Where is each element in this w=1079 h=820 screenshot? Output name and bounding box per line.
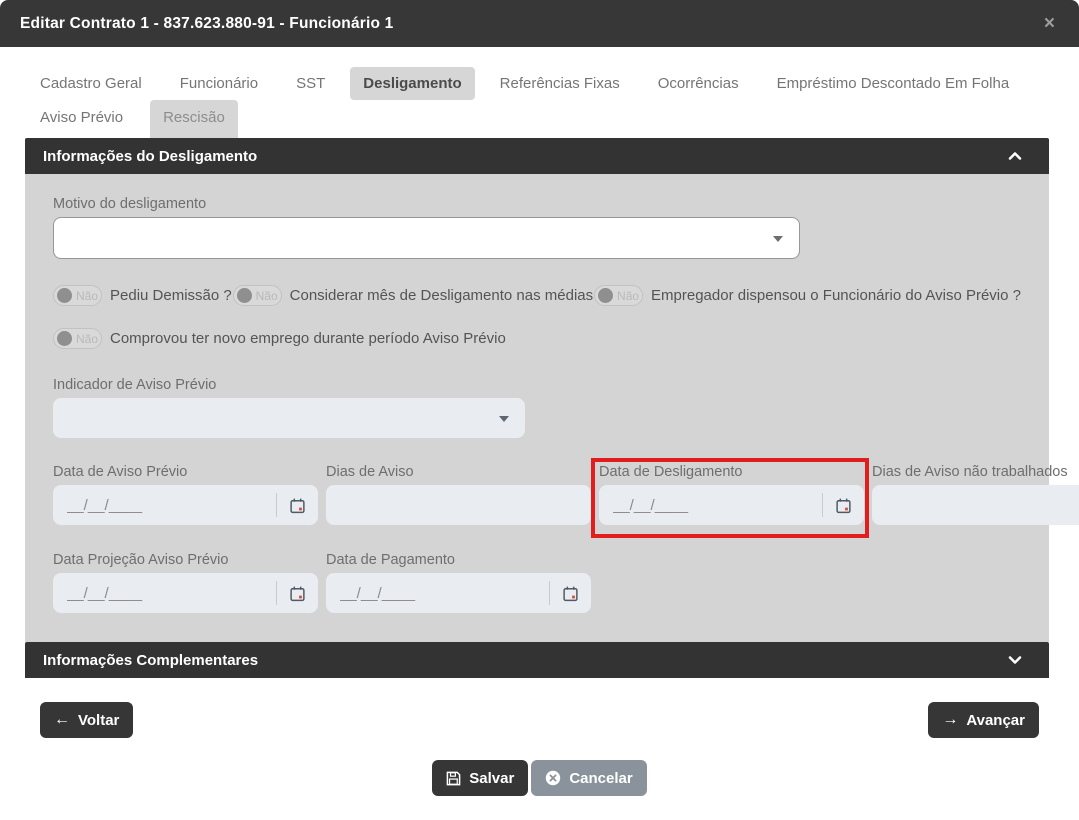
tab-desligamento[interactable]: Desligamento bbox=[350, 67, 474, 100]
dias-de-aviso-input[interactable] bbox=[326, 497, 591, 514]
motivo-desligamento-select[interactable] bbox=[53, 217, 800, 259]
chevron-down-icon bbox=[499, 416, 509, 422]
toggle-empregador-dispensou: Não Empregador dispensou o Funcionário d… bbox=[594, 285, 1021, 306]
subtab-rescisao[interactable]: Rescisão bbox=[150, 100, 238, 138]
toggle-comprovou-novo-emprego: Não Comprovou ter novo emprego durante p… bbox=[53, 328, 506, 349]
toggle-switch[interactable]: Não bbox=[53, 328, 102, 349]
indicador-aviso-previo-group: Indicador de Aviso Prévio bbox=[53, 377, 1021, 438]
save-icon bbox=[446, 771, 461, 786]
arrow-left-icon: ← bbox=[54, 711, 70, 729]
tab-emprestimo-descontado[interactable]: Empréstimo Descontado Em Folha bbox=[764, 67, 1023, 100]
toggle-row-2: Não Comprovou ter novo emprego durante p… bbox=[53, 328, 1021, 349]
subtab-aviso-previo[interactable]: Aviso Prévio bbox=[27, 100, 136, 138]
data-projecao-aviso-previo-input[interactable] bbox=[53, 585, 276, 602]
toggle-knob bbox=[237, 288, 252, 303]
calendar-icon[interactable] bbox=[550, 585, 591, 602]
toggle-label: Comprovou ter novo emprego durante perío… bbox=[110, 330, 506, 347]
data-pagamento-field bbox=[326, 573, 591, 613]
toggle-switch[interactable]: Não bbox=[53, 285, 102, 306]
chevron-down-icon bbox=[773, 236, 783, 242]
modal-title: Editar Contrato 1 - 837.623.880-91 - Fun… bbox=[20, 15, 394, 33]
cancel-circle-x-icon bbox=[545, 770, 561, 786]
chevron-up-icon[interactable] bbox=[1005, 146, 1031, 166]
dias-aviso-nao-trabalhados-label: Dias de Aviso não trabalhados bbox=[872, 464, 1079, 480]
toggle-row-1: Não Pediu Demissão ? Não Considerar mês … bbox=[53, 285, 1021, 306]
save-button-row: Salvar Cancelar bbox=[0, 760, 1079, 796]
section-header-complementares[interactable]: Informações Complementares bbox=[25, 642, 1049, 678]
edit-contract-modal: Editar Contrato 1 - 837.623.880-91 - Fun… bbox=[0, 0, 1079, 820]
data-projecao-aviso-previo-cell: Data Projeção Aviso Prévio bbox=[53, 552, 318, 613]
avancar-label: Avançar bbox=[966, 712, 1025, 729]
toggle-label: Considerar mês de Desligamento nas média… bbox=[290, 287, 593, 304]
calendar-icon[interactable] bbox=[277, 585, 318, 602]
toggle-switch[interactable]: Não bbox=[594, 285, 643, 306]
voltar-button[interactable]: ← Voltar bbox=[40, 702, 133, 738]
dias-de-aviso-label: Dias de Aviso bbox=[326, 464, 591, 480]
toggle-considerar-mes: Não Considerar mês de Desligamento nas m… bbox=[233, 285, 593, 306]
main-tabs: Cadastro Geral Funcionário SST Desligame… bbox=[0, 47, 1079, 100]
cancelar-label: Cancelar bbox=[569, 770, 632, 787]
indicador-aviso-previo-select[interactable] bbox=[53, 398, 525, 438]
modal-titlebar: Editar Contrato 1 - 837.623.880-91 - Fun… bbox=[0, 0, 1079, 47]
empty-cell bbox=[599, 552, 864, 613]
data-desligamento-field bbox=[599, 485, 864, 525]
toggle-pediu-demissao: Não Pediu Demissão ? bbox=[53, 285, 232, 306]
data-aviso-previo-cell: Data de Aviso Prévio bbox=[53, 464, 318, 525]
toggle-state: Não bbox=[617, 289, 639, 303]
data-desligamento-label: Data de Desligamento bbox=[599, 464, 864, 480]
empty-cell bbox=[872, 552, 1079, 613]
tab-cadastro-geral[interactable]: Cadastro Geral bbox=[27, 67, 155, 100]
tab-sst[interactable]: SST bbox=[283, 67, 338, 100]
nav-button-row: ← Voltar → Avançar bbox=[40, 702, 1039, 738]
data-aviso-previo-label: Data de Aviso Prévio bbox=[53, 464, 318, 480]
voltar-label: Voltar bbox=[78, 712, 119, 729]
motivo-desligamento-group: Motivo do desligamento bbox=[53, 196, 1021, 259]
dias-aviso-nao-trabalhados-field bbox=[872, 485, 1079, 525]
motivo-desligamento-label: Motivo do desligamento bbox=[53, 196, 1021, 212]
tab-ocorrencias[interactable]: Ocorrências bbox=[645, 67, 752, 100]
salvar-label: Salvar bbox=[469, 770, 514, 787]
calendar-icon[interactable] bbox=[823, 497, 864, 514]
fields-grid: Data de Aviso Prévio Dias de Aviso Data … bbox=[53, 464, 1021, 613]
cancelar-button[interactable]: Cancelar bbox=[531, 760, 646, 796]
dias-de-aviso-field bbox=[326, 485, 591, 525]
toggle-switch[interactable]: Não bbox=[233, 285, 282, 306]
section-header-desligamento[interactable]: Informações do Desligamento bbox=[25, 138, 1049, 174]
data-pagamento-cell: Data de Pagamento bbox=[326, 552, 591, 613]
sub-tabs: Aviso Prévio Rescisão bbox=[0, 100, 1079, 138]
toggle-state: Não bbox=[76, 289, 98, 303]
tab-referencias-fixas[interactable]: Referências Fixas bbox=[487, 67, 633, 100]
data-aviso-previo-field bbox=[53, 485, 318, 525]
avancar-button[interactable]: → Avançar bbox=[928, 702, 1039, 738]
arrow-right-icon: → bbox=[942, 711, 958, 729]
desligamento-panel: Motivo do desligamento Não Pediu Demissã… bbox=[25, 174, 1049, 642]
data-desligamento-input[interactable] bbox=[599, 497, 822, 514]
toggle-label: Pediu Demissão ? bbox=[110, 287, 232, 304]
dias-aviso-nao-trabalhados-cell: Dias de Aviso não trabalhados bbox=[872, 464, 1079, 525]
section-title: Informações do Desligamento bbox=[43, 148, 257, 165]
toggle-knob bbox=[598, 288, 613, 303]
salvar-button[interactable]: Salvar bbox=[432, 760, 528, 796]
toggle-knob bbox=[57, 331, 72, 346]
toggle-state: Não bbox=[256, 289, 278, 303]
toggle-label: Empregador dispensou o Funcionário do Av… bbox=[651, 287, 1021, 304]
data-projecao-aviso-previo-field bbox=[53, 573, 318, 613]
data-aviso-previo-input[interactable] bbox=[53, 497, 276, 514]
indicador-aviso-previo-label: Indicador de Aviso Prévio bbox=[53, 377, 1021, 393]
close-icon[interactable]: × bbox=[1040, 12, 1059, 35]
section-title: Informações Complementares bbox=[43, 652, 258, 669]
calendar-icon[interactable] bbox=[277, 497, 318, 514]
chevron-down-icon[interactable] bbox=[1005, 650, 1031, 670]
toggle-state: Não bbox=[76, 332, 98, 346]
data-desligamento-cell: Data de Desligamento bbox=[599, 464, 864, 525]
data-pagamento-label: Data de Pagamento bbox=[326, 552, 591, 568]
data-projecao-aviso-previo-label: Data Projeção Aviso Prévio bbox=[53, 552, 318, 568]
toggle-knob bbox=[57, 288, 72, 303]
tab-funcionario[interactable]: Funcionário bbox=[167, 67, 271, 100]
dias-de-aviso-cell: Dias de Aviso bbox=[326, 464, 591, 525]
data-pagamento-input[interactable] bbox=[326, 585, 549, 602]
dias-aviso-nao-trabalhados-input[interactable] bbox=[872, 497, 1079, 514]
